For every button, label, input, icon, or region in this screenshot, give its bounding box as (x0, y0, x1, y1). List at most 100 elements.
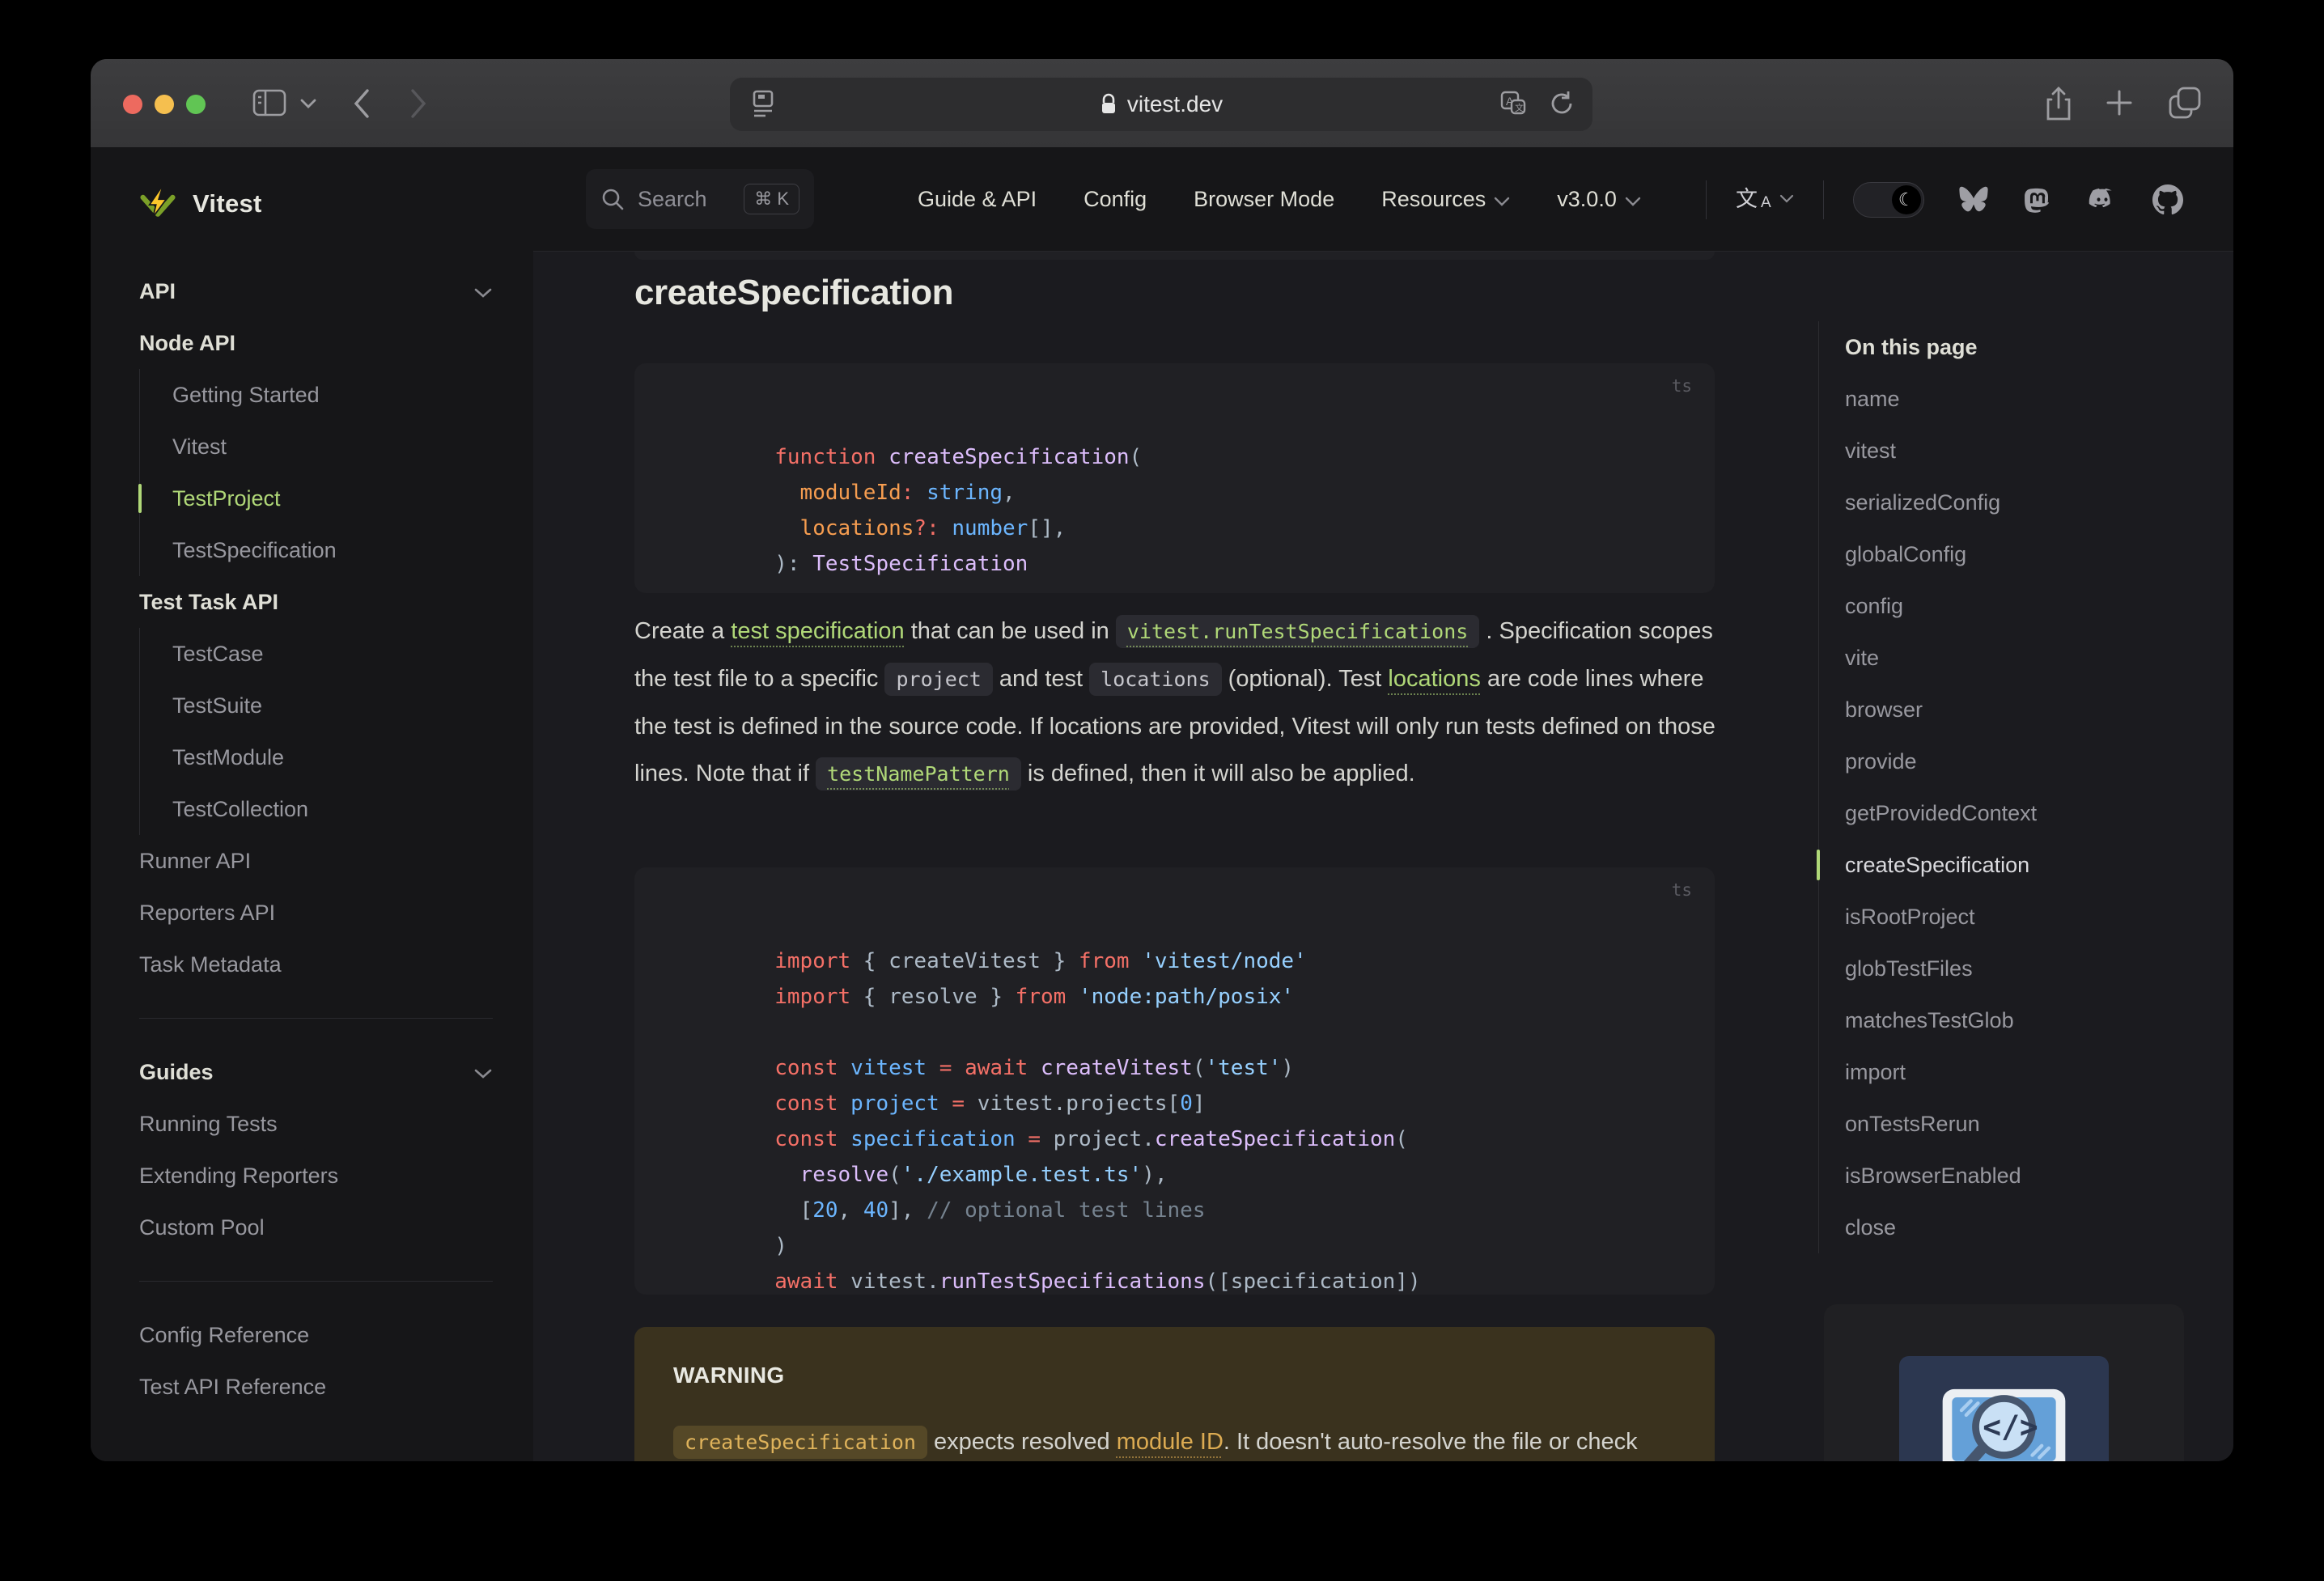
nav-resources[interactable]: Resources (1381, 187, 1510, 212)
sidebar-item-runner-api[interactable]: Runner API (139, 835, 493, 887)
sidebar-item-extending-reporters[interactable]: Extending Reporters (139, 1150, 493, 1202)
sidebar-item-custom-pool[interactable]: Custom Pool (139, 1202, 493, 1253)
link-module-id[interactable]: module ID (1117, 1429, 1223, 1455)
traffic-lights (123, 95, 206, 114)
code-token: { (850, 985, 889, 1009)
code-token: project (1053, 1127, 1143, 1151)
sidebar-item-test-api-reference[interactable]: Test API Reference (139, 1361, 493, 1413)
sidebar-section-guides[interactable]: Guides (139, 1046, 493, 1098)
mastodon-icon[interactable] (2023, 184, 2052, 215)
sidebar-item-config-reference[interactable]: Config Reference (139, 1309, 493, 1361)
vitest-logo-icon (140, 186, 176, 218)
link-test-specification[interactable]: test specification (731, 618, 904, 644)
nav-links: Guide & API Config Browser Mode Resource… (918, 148, 1641, 251)
toc-item-config[interactable]: config (1845, 580, 2142, 632)
moon-icon: ☾ (1891, 184, 1921, 214)
sidebar-item-testcase[interactable]: TestCase (172, 628, 493, 680)
toc-item-ontestsrerun[interactable]: onTestsRerun (1845, 1098, 2142, 1150)
url-bar[interactable]: vitest.dev A 文 (730, 78, 1592, 131)
code-token: } (977, 985, 1016, 1009)
zoom-window-button[interactable] (186, 95, 206, 114)
sidebar-item-getting-started[interactable]: Getting Started (172, 369, 493, 421)
theme-toggle[interactable]: ☾ (1852, 181, 1924, 218)
code-token: const (774, 1091, 838, 1116)
toc-item-globtestfiles[interactable]: globTestFiles (1845, 943, 2142, 994)
github-icon[interactable] (2152, 184, 2183, 215)
minimize-window-button[interactable] (155, 95, 174, 114)
sidebar-item-testspecification[interactable]: TestSpecification (172, 524, 493, 576)
close-window-button[interactable] (123, 95, 142, 114)
logo[interactable]: Vitest (139, 148, 493, 245)
sidebar-item-running-tests[interactable]: Running Tests (139, 1098, 493, 1150)
sidebar-group-node-api: Getting Started Vitest TestProject TestS… (138, 369, 493, 576)
nav-browser-mode[interactable]: Browser Mode (1194, 187, 1334, 212)
back-icon[interactable] (351, 86, 372, 121)
discord-icon[interactable] (2086, 187, 2118, 213)
bluesky-icon[interactable] (1958, 186, 1989, 214)
sidebar-item-testmodule[interactable]: TestModule (172, 731, 493, 783)
toc-item-close[interactable]: close (1845, 1202, 2142, 1253)
toc-item-serializedconfig[interactable]: serializedConfig (1845, 477, 2142, 528)
code-token: ([ (1205, 1269, 1231, 1294)
nav-right-cluster: 文A ☾ (1706, 148, 2183, 251)
search-input[interactable]: Search ⌘ K (586, 169, 814, 229)
code-token: ) (774, 1234, 787, 1258)
toc-item-globalconfig[interactable]: globalConfig (1845, 528, 2142, 580)
navbar: Search ⌘ K Guide & API Config Browser Mo… (533, 148, 2233, 252)
sidebar-item-testsuite[interactable]: TestSuite (172, 680, 493, 731)
toc-item-vite[interactable]: vite (1845, 632, 2142, 684)
nav-divider (1706, 180, 1707, 219)
code-token: ( (1129, 445, 1143, 469)
toc-item-name[interactable]: name (1845, 373, 2142, 425)
browser-window: vitest.dev A 文 Vitest API Node API Getti… (91, 59, 2233, 1461)
code-token: 'test' (1205, 1056, 1282, 1080)
code-token: import (774, 985, 851, 1009)
code-token: ], (888, 1198, 927, 1223)
toc-item-import[interactable]: import (1845, 1046, 2142, 1098)
sponsor-card[interactable]: </> (1824, 1304, 2184, 1461)
text: expects resolved (927, 1429, 1117, 1455)
sidebar-item-task-metadata[interactable]: Task Metadata (139, 939, 493, 990)
code-token: = (939, 1056, 965, 1080)
translations-icon[interactable]: 文A (1736, 189, 1794, 210)
sidebar-section-api[interactable]: API (139, 265, 493, 317)
tabs-overview-icon[interactable] (2167, 85, 2203, 121)
sidebar-item-vitest[interactable]: Vitest (172, 421, 493, 473)
link-locations[interactable]: locations (1388, 666, 1480, 692)
share-icon[interactable] (2042, 85, 2075, 122)
sidebar-item-testproject[interactable]: TestProject (138, 473, 493, 524)
code-token: : (901, 481, 914, 505)
page-translate-icon[interactable]: A 文 (1499, 89, 1528, 118)
code-token: TestSpecification (812, 552, 1028, 576)
toc-item-getprovidedcontext[interactable]: getProvidedContext (1845, 787, 2142, 839)
toc-item-matchestestglob[interactable]: matchesTestGlob (1845, 994, 2142, 1046)
sidebar-item-testcollection[interactable]: TestCollection (172, 783, 493, 835)
warning-callout: WARNING createSpecification expects reso… (634, 1327, 1715, 1461)
toc-item-provide[interactable]: provide (1845, 735, 2142, 787)
sidebar-item-node-api[interactable]: Node API (139, 317, 493, 369)
sidebar-item-test-task-api[interactable]: Test Task API (139, 576, 493, 628)
browser-titlebar: vitest.dev A 文 (91, 59, 2233, 148)
toc-item-isrootproject[interactable]: isRootProject (1845, 891, 2142, 943)
link-runtestspecifications[interactable]: vitest.runTestSpecifications (1115, 615, 1480, 648)
toolbar-chevron-down-icon[interactable] (299, 98, 317, 109)
code-token: , (1003, 481, 1016, 505)
toc-item-createspecification[interactable]: createSpecification (1817, 839, 2142, 891)
link-testnamepattern[interactable]: testNamePattern (816, 757, 1021, 790)
toc-item-browser[interactable]: browser (1845, 684, 2142, 735)
nav-divider (1822, 180, 1824, 219)
nav-version[interactable]: v3.0.0 (1557, 187, 1641, 212)
sidebar-item-reporters-api[interactable]: Reporters API (139, 887, 493, 939)
code-token: project (838, 1091, 952, 1116)
toc-item-vitest[interactable]: vitest (1845, 425, 2142, 477)
reload-icon[interactable] (1549, 90, 1575, 117)
nav-guide-api[interactable]: Guide & API (918, 187, 1037, 212)
nav-config[interactable]: Config (1084, 187, 1147, 212)
code-token: = (1028, 1127, 1054, 1151)
toc-item-isbrowserenabled[interactable]: isBrowserEnabled (1845, 1150, 2142, 1202)
forward-icon[interactable] (408, 86, 429, 121)
code-token: await (774, 1269, 838, 1294)
code-token: } (1040, 949, 1079, 973)
sidebar-toggle-icon[interactable] (252, 88, 286, 117)
new-tab-icon[interactable] (2103, 87, 2135, 119)
